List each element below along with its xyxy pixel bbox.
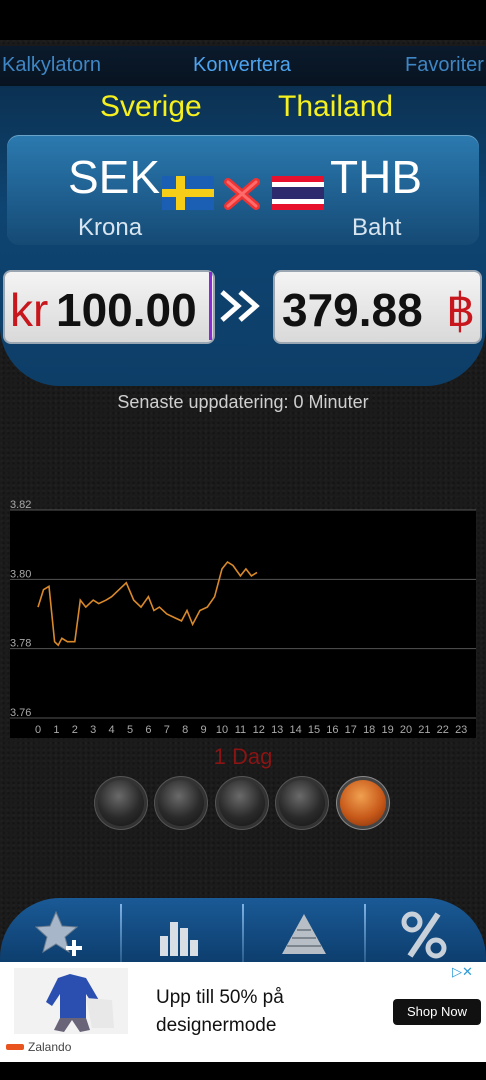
range-button-3[interactable]: [219, 780, 265, 826]
to-currency-name: Baht: [352, 214, 402, 241]
toolbar-divider: [242, 904, 244, 962]
swap-icon[interactable]: [220, 172, 264, 216]
tab-favorites[interactable]: Favoriter: [405, 54, 484, 77]
from-currency-code: SEK: [68, 151, 161, 203]
chart-x-tick-label: 12: [253, 724, 265, 736]
tab-convert[interactable]: Konvertera: [193, 54, 291, 77]
add-favorite-star-icon[interactable]: [34, 908, 86, 960]
chart-x-tick-label: 23: [455, 724, 467, 736]
chart-y-tick-label: 3.76: [10, 707, 31, 719]
chart-y-tick-label: 3.78: [10, 638, 31, 650]
shop-now-button[interactable]: Shop Now: [393, 999, 481, 1025]
chart-x-tick-label: 2: [72, 724, 78, 736]
text-cursor: [209, 272, 212, 340]
rate-history-chart: 3.763.783.803.820 1 2 3 4 5 6 7 8 9 10 11 12 13 14 15 16…: [10, 500, 476, 738]
chart-x-tick-label: 9: [201, 724, 207, 736]
chart-x-tick-label: 14: [289, 724, 301, 736]
chart-x-tick-label: 11: [235, 724, 246, 736]
pyramid-icon[interactable]: [278, 908, 330, 960]
ad-product-image[interactable]: [14, 968, 128, 1034]
to-country[interactable]: Thailand: [278, 90, 393, 124]
sweden-flag-icon: [162, 176, 214, 210]
range-button-4[interactable]: [279, 780, 325, 826]
chart-y-tick-label: 3.82: [10, 500, 31, 511]
ad-brand: Zalando: [28, 1040, 72, 1054]
chart-x-tick-label: 1: [53, 724, 59, 736]
chart-x-tick-label: 3: [90, 724, 96, 736]
chart-x-tick-label: 19: [381, 724, 393, 736]
chart-x-tick-label: 6: [145, 724, 151, 736]
to-currency-symbol: ฿: [446, 284, 476, 336]
to-amount: 379.88: [282, 284, 423, 336]
chart-x-tick-label: 0: [35, 724, 41, 736]
last-updated-text: Senaste uppdatering: 0 Minuter: [117, 392, 369, 412]
zalando-logo-icon: [6, 1044, 24, 1050]
to-currency-code: THB: [330, 151, 422, 203]
chart-x-tick-label: 16: [326, 724, 338, 736]
top-tab-bar: Kalkylatorn Konvertera Favoriter: [0, 46, 486, 87]
ad-headline[interactable]: Upp till 50% på designermode: [156, 984, 366, 1040]
tab-calculator[interactable]: Kalkylatorn: [2, 54, 101, 77]
chart-x-tick-label: 7: [164, 724, 170, 736]
percent-icon[interactable]: [398, 908, 450, 960]
thailand-flag-icon: [272, 176, 324, 210]
chart-x-tick-label: 18: [363, 724, 375, 736]
from-currency-name: Krona: [78, 214, 143, 241]
toolbar-divider: [364, 904, 366, 962]
chart-x-tick-label: 4: [109, 724, 115, 736]
from-country[interactable]: Sverige: [100, 90, 202, 124]
chart-x-tick-label: 10: [216, 724, 228, 736]
chart-x-tick-label: 21: [418, 724, 430, 736]
toolbar-divider: [120, 904, 122, 962]
chart-x-tick-label: 15: [308, 724, 320, 736]
range-label: 1 Dag: [213, 744, 273, 769]
from-currency-symbol: kr: [10, 284, 49, 336]
chart-y-tick-label: 3.80: [10, 568, 31, 580]
range-button-2[interactable]: [158, 780, 204, 826]
ad-choices-icon[interactable]: ▷✕: [452, 964, 473, 980]
chart-x-tick-label: 20: [400, 724, 412, 736]
range-button-5[interactable]: [340, 780, 386, 826]
chart-plot-area: [10, 510, 476, 738]
chart-x-tick-label: 5: [127, 724, 133, 736]
chart-x-tick-label: 17: [345, 724, 357, 736]
chart-x-tick-label: 13: [271, 724, 283, 736]
bar-chart-icon[interactable]: [156, 908, 208, 960]
range-button-1[interactable]: [98, 780, 144, 826]
chart-x-tick-label: 22: [437, 724, 449, 736]
from-amount[interactable]: 100.00: [56, 283, 197, 337]
chart-x-tick-label: 8: [182, 724, 188, 736]
double-chevron-right-icon: [220, 290, 260, 322]
